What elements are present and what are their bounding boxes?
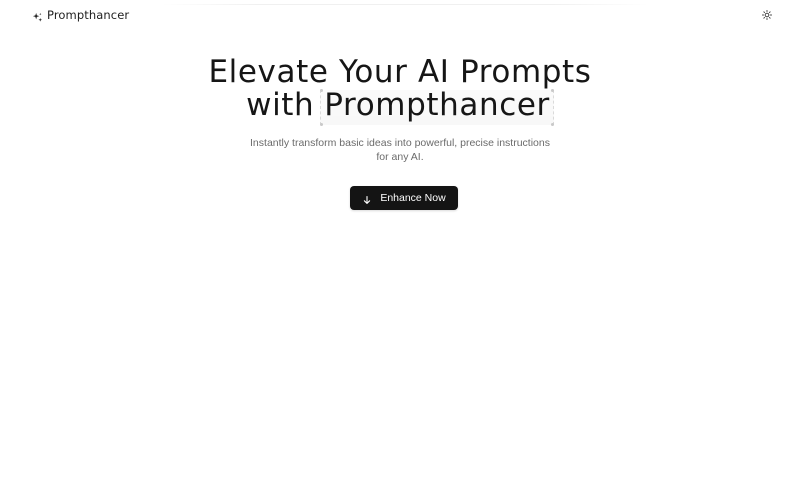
hero-subtitle: Instantly transform basic ideas into pow… bbox=[250, 137, 550, 163]
highlight-corner-handle bbox=[320, 89, 324, 92]
enhance-now-button[interactable]: Enhance Now bbox=[350, 186, 458, 210]
headline-line-2: with Prompthancer bbox=[0, 87, 800, 126]
landing-page: Prompthancer Elevate Your AI Prompts wit… bbox=[0, 0, 800, 496]
headline-line-1: Elevate Your AI Prompts bbox=[208, 54, 592, 90]
top-divider bbox=[160, 4, 650, 5]
theme-toggle-button[interactable] bbox=[758, 6, 776, 24]
brand-logo-link[interactable]: Prompthancer bbox=[32, 6, 129, 24]
enhance-now-label: Enhance Now bbox=[380, 192, 446, 204]
arrow-down-icon bbox=[362, 193, 372, 204]
headline-highlight: Prompthancer bbox=[320, 87, 554, 126]
sun-icon bbox=[762, 8, 772, 23]
brand-name: Prompthancer bbox=[47, 8, 130, 22]
headline-highlight-text: Prompthancer bbox=[324, 87, 550, 123]
hero-section: Elevate Your AI Prompts with Prompthancer… bbox=[0, 56, 800, 164]
highlight-corner-handle bbox=[550, 89, 554, 92]
headline-with: with bbox=[246, 87, 315, 123]
sparkles-icon bbox=[32, 10, 43, 22]
page-title: Elevate Your AI Prompts with Prompthancer bbox=[0, 54, 800, 126]
highlight-corner-handle bbox=[320, 123, 324, 126]
highlight-corner-handle bbox=[550, 123, 554, 126]
